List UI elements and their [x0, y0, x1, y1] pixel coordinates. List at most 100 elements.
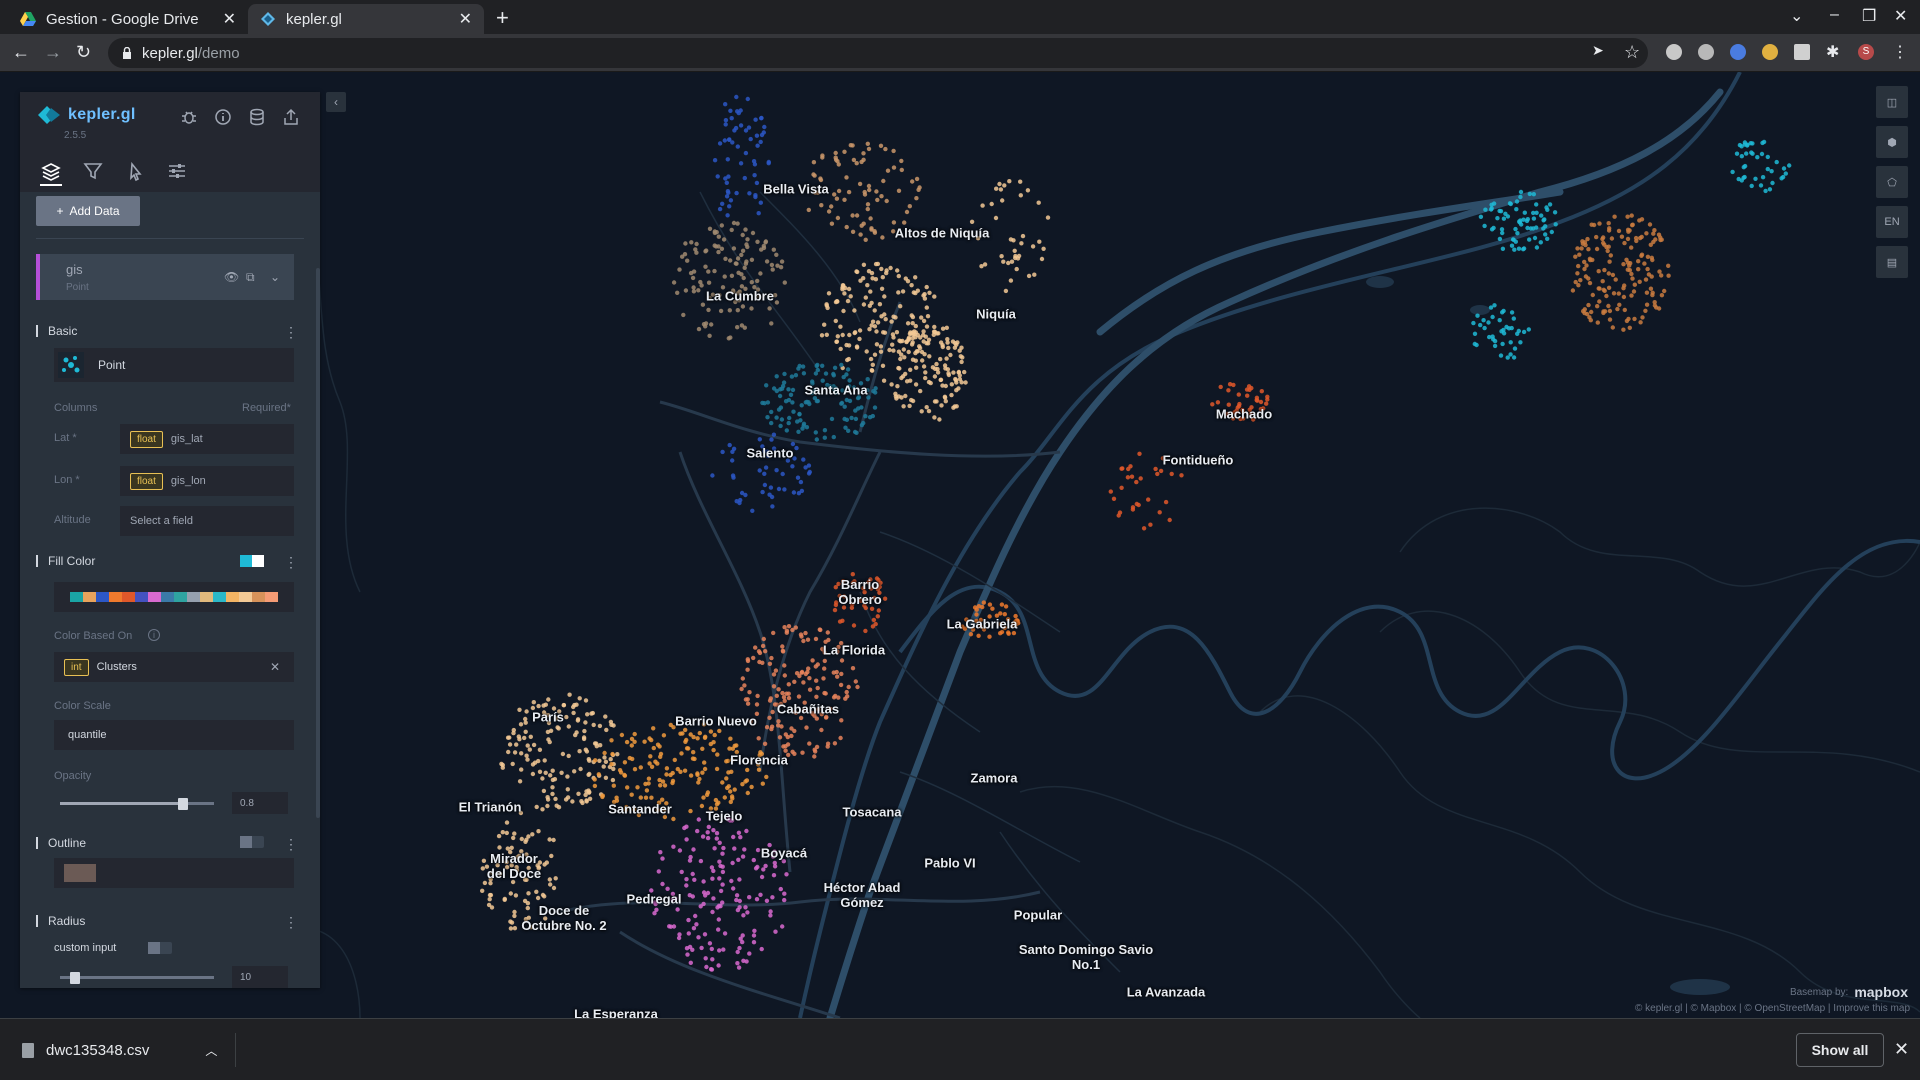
more-options-icon[interactable]: ⋮	[284, 836, 298, 853]
map-point	[691, 750, 696, 755]
map-point	[687, 893, 692, 898]
map-attribution[interactable]: © kepler.gl | © Mapbox | © OpenStreetMap…	[1635, 1003, 1910, 1014]
map-point	[1167, 517, 1172, 523]
map-point	[880, 275, 885, 280]
outline-color-swatch[interactable]	[64, 864, 96, 882]
layers-tab-icon[interactable]	[40, 160, 62, 186]
bookmark-star-icon[interactable]: ☆	[1624, 42, 1640, 63]
map-point	[832, 607, 838, 613]
map-point	[885, 168, 891, 173]
map-settings-tab-icon[interactable]	[166, 160, 188, 182]
lat-field-selector[interactable]: float gis_lat	[120, 424, 294, 454]
outline-toggle[interactable]	[240, 836, 264, 848]
outline-color-selector[interactable]	[54, 858, 294, 888]
panel-scrollbar[interactable]	[316, 268, 320, 818]
altitude-field-selector[interactable]: Select a field	[120, 506, 294, 536]
minimize-icon[interactable]: –	[1830, 6, 1839, 24]
custom-input-toggle[interactable]	[148, 942, 172, 954]
opacity-slider-handle[interactable]	[178, 798, 189, 810]
color-scale-selector[interactable]: quantile	[54, 720, 294, 750]
map-point	[1532, 235, 1538, 241]
map-point	[622, 760, 628, 765]
layer-header-gis[interactable]: gis Point 👁︎ ⧉ ⌄	[36, 254, 294, 300]
radius-input[interactable]: 10	[232, 966, 288, 988]
extension-icon[interactable]	[1730, 44, 1746, 60]
map-point	[889, 319, 894, 324]
outline-section-header[interactable]: Outline	[36, 836, 86, 850]
send-icon[interactable]: ➤	[1592, 42, 1604, 59]
radius-slider-track[interactable]	[60, 976, 214, 979]
map-point	[1576, 263, 1581, 269]
more-options-icon[interactable]: ⋮	[284, 554, 298, 571]
back-icon[interactable]: ←	[12, 42, 30, 63]
show-all-button[interactable]: Show all	[1796, 1033, 1884, 1067]
share-export-icon[interactable]	[282, 108, 300, 126]
duplicate-layer-icon[interactable]: ⧉	[246, 270, 255, 285]
radius-slider-handle[interactable]	[70, 972, 80, 984]
close-tab-icon[interactable]: ✕	[223, 9, 236, 29]
extension-icon[interactable]	[1666, 44, 1682, 60]
radius-section-header[interactable]: Radius	[36, 914, 85, 928]
map-point	[742, 175, 747, 181]
menu-kebab-icon[interactable]: ⋮	[1892, 42, 1908, 61]
puzzle-icon[interactable]: ✱	[1826, 42, 1842, 61]
map-point	[519, 767, 524, 772]
filters-tab-icon[interactable]	[82, 160, 104, 182]
close-shelf-icon[interactable]: ✕	[1894, 1039, 1909, 1060]
map-point	[762, 401, 767, 406]
extension-icon[interactable]	[1762, 44, 1778, 60]
download-item[interactable]: dwc135348.csv ︿	[18, 1033, 236, 1067]
map-point	[804, 425, 810, 430]
fill-color-swatch[interactable]	[240, 555, 264, 567]
forward-icon[interactable]: →	[44, 42, 62, 63]
tab-google-drive[interactable]: Gestion - Google Drive ✕	[8, 4, 248, 34]
basic-section-header[interactable]: Basic	[36, 324, 77, 338]
color-palette[interactable]	[70, 592, 278, 602]
map-point	[737, 877, 742, 882]
layer-type-selector[interactable]: Point	[54, 348, 294, 382]
chevron-up-icon[interactable]: ︿	[205, 1042, 217, 1059]
map-point	[902, 355, 907, 360]
tab-search-icon[interactable]: ⌄	[1790, 6, 1803, 26]
opacity-input[interactable]: 0.8	[232, 792, 288, 814]
collapse-panel-button[interactable]: ‹	[326, 92, 346, 112]
close-window-icon[interactable]: ✕	[1894, 6, 1907, 26]
profile-avatar[interactable]: S	[1858, 44, 1874, 60]
map-point	[740, 854, 746, 859]
interactions-tab-icon[interactable]	[124, 160, 146, 182]
map-point	[1595, 320, 1601, 325]
map-point	[999, 254, 1004, 259]
more-options-icon[interactable]: ⋮	[284, 914, 298, 931]
add-data-button[interactable]: + Add Data	[36, 196, 140, 226]
info-icon[interactable]	[214, 108, 232, 126]
extension-icon[interactable]	[1698, 44, 1714, 60]
bug-report-icon[interactable]	[180, 108, 198, 126]
chevron-down-icon[interactable]: ⌄	[270, 270, 280, 284]
split-map-icon[interactable]: ◫	[1876, 86, 1908, 118]
3d-map-icon[interactable]: ⬢	[1876, 126, 1908, 158]
more-options-icon[interactable]: ⋮	[284, 324, 298, 341]
map-point	[924, 405, 929, 410]
color-field-selector[interactable]: int Clusters ✕	[54, 652, 294, 682]
fill-color-section-header[interactable]: Fill Color	[36, 554, 95, 568]
database-icon[interactable]	[248, 108, 266, 126]
map-point	[763, 239, 769, 244]
tab-kepler[interactable]: kepler.gl ✕	[248, 4, 484, 34]
map-point	[843, 696, 848, 701]
visibility-eye-icon[interactable]: 👁︎	[224, 270, 239, 284]
map-point	[867, 415, 873, 420]
lon-field-selector[interactable]: float gis_lon	[120, 466, 294, 496]
map-point	[1543, 224, 1548, 229]
legend-icon[interactable]: ▤	[1876, 246, 1908, 278]
draw-polygon-icon[interactable]: ⬠	[1876, 166, 1908, 198]
restore-icon[interactable]: ❐	[1862, 6, 1876, 26]
new-tab-icon[interactable]: +	[496, 5, 509, 31]
reload-icon[interactable]: ↻	[76, 42, 91, 63]
url-field[interactable]: kepler.gl/demo	[108, 38, 1648, 68]
clear-field-icon[interactable]: ✕	[270, 660, 280, 674]
info-icon[interactable]: i	[148, 629, 160, 641]
close-tab-icon[interactable]: ✕	[459, 9, 472, 29]
map-point	[696, 288, 701, 293]
extension-icon[interactable]	[1794, 44, 1810, 60]
locale-button[interactable]: EN	[1876, 206, 1908, 238]
